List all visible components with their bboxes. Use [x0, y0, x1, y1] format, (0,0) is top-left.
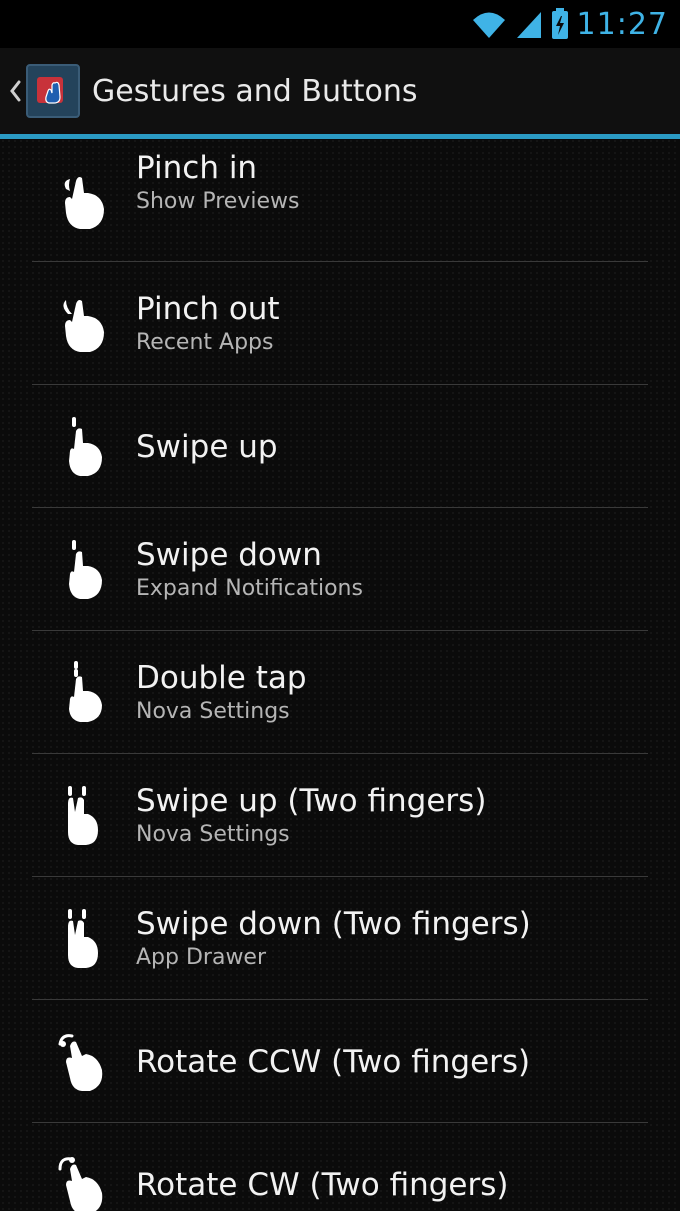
pinch-in-icon [64, 176, 104, 229]
list-item-swipe-up[interactable]: Swipe up [0, 385, 680, 508]
swipe-down-icon [69, 539, 102, 599]
nova-launcher-icon [37, 77, 63, 104]
chevron-left-icon[interactable] [6, 76, 24, 106]
list-item-title: Double tap [136, 659, 307, 696]
list-item-text: Swipe down (Two fingers) App Drawer [136, 877, 660, 1000]
clock: 11:27 [576, 6, 668, 42]
swipe-up-icon [69, 416, 102, 476]
list-item-two-finger-swipe-down[interactable]: Swipe down (Two fingers) App Drawer [0, 877, 680, 1000]
list-item-title: Pinch out [136, 290, 280, 327]
gesture-list: Pinch in Show Previews Pinch out Recent … [0, 139, 680, 1211]
double-tap-icon [69, 660, 102, 722]
status-bar: 11:27 [0, 0, 680, 48]
list-item-title: Rotate CCW (Two fingers) [136, 1043, 531, 1080]
list-item-summary: Recent Apps [136, 329, 274, 355]
list-item-title: Rotate CW (Two fingers) [136, 1166, 509, 1203]
list-item-title: Swipe up (Two fingers) [136, 782, 487, 819]
list-item-title: Swipe down (Two fingers) [136, 905, 531, 942]
list-item-title: Pinch in [136, 150, 258, 186]
pinch-out-icon [63, 299, 104, 352]
list-item-two-finger-swipe-up[interactable]: Swipe up (Two fingers) Nova Settings [0, 754, 680, 877]
wifi-icon [472, 12, 505, 38]
list-item-rotate-cw[interactable]: Rotate CW (Two fingers) [0, 1123, 680, 1211]
list-item-text: Double tap Nova Settings [136, 631, 660, 754]
battery-icon [551, 8, 568, 39]
status-icons: 11:27 [471, 2, 668, 46]
two-finger-swipe-up-icon [68, 785, 98, 845]
list-item-summary: App Drawer [136, 944, 267, 970]
list-item-double-tap[interactable]: Double tap Nova Settings [0, 631, 680, 754]
list-item-summary: Show Previews [136, 189, 300, 214]
screen-title: Gestures and Buttons [92, 73, 418, 109]
two-finger-swipe-down-icon [68, 908, 98, 968]
rotate-cw-icon [58, 1156, 103, 1211]
list-item-text: Swipe down Expand Notifications [136, 508, 660, 631]
list-item-text: Pinch out Recent Apps [136, 262, 660, 385]
screen: 11:27 Gestures and Buttons Pinch in Show… [0, 0, 680, 1211]
rotate-ccw-icon [58, 1033, 103, 1091]
list-item-text: Swipe up (Two fingers) Nova Settings [136, 754, 660, 877]
action-bar[interactable]: Gestures and Buttons [0, 48, 680, 134]
list-item-text: Pinch in Show Previews [136, 139, 660, 272]
app-icon[interactable] [26, 64, 80, 118]
list-item-rotate-ccw[interactable]: Rotate CCW (Two fingers) [0, 1000, 680, 1123]
list-item-title: Swipe down [136, 536, 322, 573]
list-item-summary: Nova Settings [136, 698, 290, 724]
list-item-pinch-in[interactable]: Pinch in Show Previews [0, 139, 680, 262]
list-item-text: Swipe up [136, 385, 660, 508]
list-item-summary: Nova Settings [136, 821, 290, 847]
list-item-pinch-out[interactable]: Pinch out Recent Apps [0, 262, 680, 385]
list-item-text: Rotate CW (Two fingers) [136, 1123, 660, 1211]
list-item-title: Swipe up [136, 428, 278, 465]
signal-icon [516, 12, 541, 38]
list-item-text: Rotate CCW (Two fingers) [136, 1000, 660, 1123]
list-item-swipe-down[interactable]: Swipe down Expand Notifications [0, 508, 680, 631]
list-item-summary: Expand Notifications [136, 575, 363, 601]
